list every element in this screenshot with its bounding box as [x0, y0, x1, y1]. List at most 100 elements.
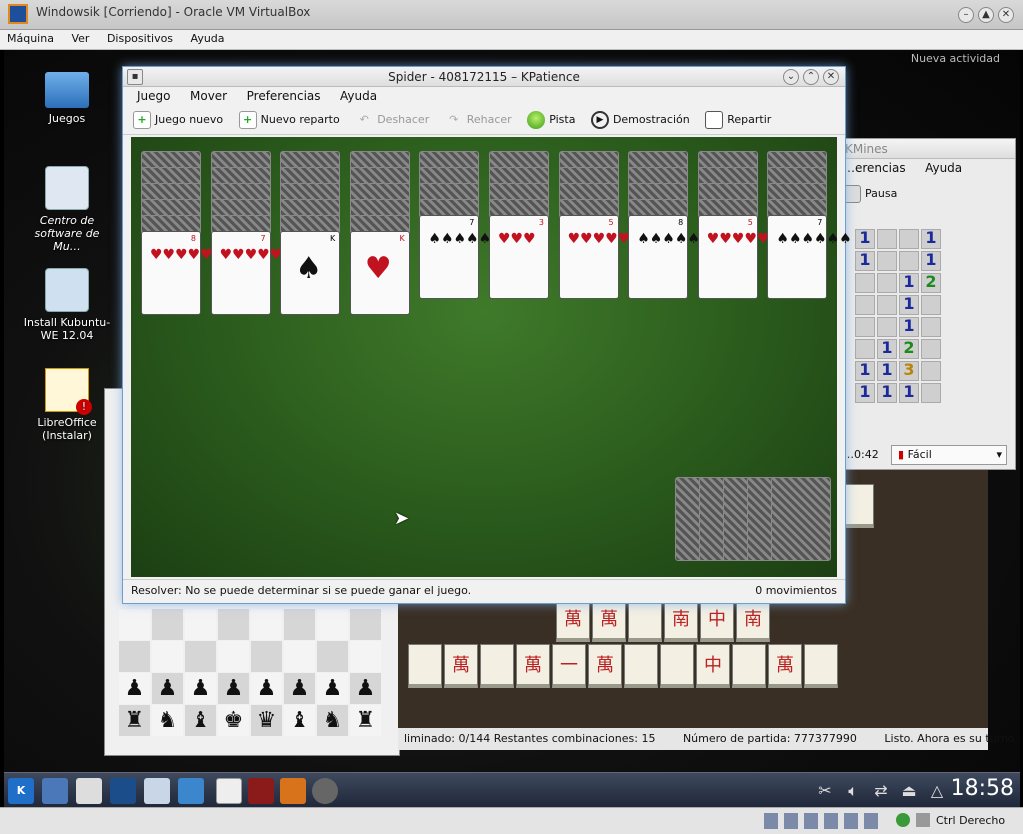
- card-face-up[interactable]: 7 ♠♠♠♠♠♠: [419, 215, 504, 299]
- task-mahjongg[interactable]: [248, 778, 274, 804]
- terminal-icon[interactable]: [110, 778, 136, 804]
- device-indicators-icon[interactable]: [764, 813, 884, 829]
- chess-piece[interactable]: ♝: [284, 705, 315, 736]
- card-face-up[interactable]: 8 ♠♠♠♠♠♠: [628, 215, 713, 299]
- mahjongg-tile[interactable]: 中: [700, 598, 734, 642]
- chess-square[interactable]: [317, 609, 348, 640]
- network-icon[interactable]: ⇄: [868, 778, 894, 804]
- mine-cell[interactable]: [921, 383, 941, 403]
- mahjongg-tile[interactable]: 萬: [444, 644, 478, 688]
- mine-cell[interactable]: [877, 229, 897, 249]
- mahjongg-tile[interactable]: 中: [696, 644, 730, 688]
- deal-button[interactable]: Repartir: [705, 107, 771, 133]
- chess-piece[interactable]: ♟: [251, 673, 282, 704]
- close-icon[interactable]: ✕: [998, 7, 1014, 23]
- task-chess[interactable]: [312, 778, 338, 804]
- chess-piece[interactable]: ♞: [317, 705, 348, 736]
- chess-square[interactable]: [152, 609, 183, 640]
- mahjongg-tile[interactable]: [804, 644, 838, 688]
- notifications-icon[interactable]: △: [924, 778, 950, 804]
- mahjongg-tile[interactable]: [624, 644, 658, 688]
- chess-piece[interactable]: ♝: [185, 705, 216, 736]
- card-face-up[interactable]: K ♥: [349, 231, 410, 315]
- menu-mover[interactable]: Mover: [182, 87, 235, 105]
- mine-cell[interactable]: [855, 273, 875, 293]
- chess-board[interactable]: ♟ ♟ ♟ ♟ ♟ ♟ ♟ ♟ ♜ ♞ ♝ ♚ ♛ ♝ ♞ ♜: [119, 609, 389, 736]
- mine-cell[interactable]: [877, 273, 897, 293]
- mahjongg-tile[interactable]: 萬: [768, 644, 802, 688]
- task-kpatience[interactable]: [216, 778, 242, 804]
- desktop-icon-software-center[interactable]: Centro de software de Mu…: [22, 166, 112, 253]
- chess-square[interactable]: [284, 609, 315, 640]
- pause-button[interactable]: Pausa: [843, 181, 897, 207]
- demo-button[interactable]: ▶ Demostración: [590, 107, 690, 133]
- undo-button[interactable]: ↶ Deshacer: [355, 107, 430, 133]
- mahjongg-tile[interactable]: [628, 598, 662, 642]
- chess-piece[interactable]: ♞: [152, 705, 183, 736]
- mahjongg-tile[interactable]: 萬: [588, 644, 622, 688]
- card-face-up[interactable]: 5 ♥♥♥♥♥: [697, 215, 770, 299]
- card-face-up[interactable]: 8 ♥♥♥♥♥♥: [141, 231, 225, 315]
- new-deal-button[interactable]: + Nuevo reparto: [238, 107, 340, 133]
- chess-square[interactable]: [218, 641, 249, 672]
- menu-ayuda[interactable]: Ayuda: [332, 87, 385, 105]
- task-kmines[interactable]: [280, 778, 306, 804]
- card-face-up[interactable]: 7 ♠♠♠♠♠♠: [767, 215, 852, 299]
- mahjongg-tile[interactable]: [732, 644, 766, 688]
- card-face-up[interactable]: K ♠: [280, 231, 341, 315]
- mine-cell[interactable]: [877, 251, 897, 271]
- mahjongg-tile[interactable]: 南: [664, 598, 698, 642]
- mahjongg-tile[interactable]: 萬: [592, 598, 626, 642]
- chess-square[interactable]: [251, 609, 282, 640]
- show-desktop-icon[interactable]: [42, 778, 68, 804]
- kde-menu-icon[interactable]: K: [8, 778, 34, 804]
- device-notifier-icon[interactable]: ⏏: [896, 778, 922, 804]
- mahjongg-tile[interactable]: 萬: [516, 644, 550, 688]
- chess-square[interactable]: [119, 641, 150, 672]
- chess-square[interactable]: [152, 641, 183, 672]
- mine-cell[interactable]: [855, 317, 875, 337]
- chess-square[interactable]: [317, 641, 348, 672]
- minimize-icon[interactable]: –: [958, 7, 974, 23]
- desktop-icon-libreoffice[interactable]: ! LibreOffice (Instalar): [22, 368, 112, 442]
- chess-square[interactable]: [119, 609, 150, 640]
- mine-cell[interactable]: [899, 251, 919, 271]
- mine-cell[interactable]: [921, 295, 941, 315]
- menu-ver[interactable]: Ver: [64, 30, 96, 47]
- card-face-up[interactable]: 3 ♥♥♥: [489, 215, 549, 299]
- chess-square[interactable]: [185, 641, 216, 672]
- app-menu-icon[interactable]: ▪: [127, 69, 143, 85]
- chess-square[interactable]: [218, 609, 249, 640]
- menu-juego[interactable]: Juego: [129, 87, 179, 105]
- mahjongg-tile[interactable]: [408, 644, 442, 688]
- mine-cell[interactable]: [921, 317, 941, 337]
- klipper-icon[interactable]: ✂: [812, 778, 838, 804]
- kmines-menu-preferencias[interactable]: …erencias: [835, 159, 914, 177]
- chess-piece[interactable]: ♛: [251, 705, 282, 736]
- card-table[interactable]: 8 ♥♥♥♥♥♥ 7 ♥♥♥♥♥♥ K ♠ K ♥ 7 ♠♠♠♠♠♠ 3 ♥♥♥ 5 ♥♥♥♥♥ 8 ♠♠♠♠…: [131, 137, 852, 577]
- mine-cell[interactable]: [877, 317, 897, 337]
- chess-piece[interactable]: ♟: [317, 673, 348, 704]
- kmines-menu-ayuda[interactable]: Ayuda: [917, 159, 970, 177]
- mine-cell[interactable]: [921, 339, 941, 359]
- chess-piece[interactable]: ♟: [284, 673, 315, 704]
- chess-square[interactable]: [350, 641, 381, 672]
- close-icon[interactable]: ✕: [823, 69, 839, 85]
- menu-dispositivos[interactable]: Dispositivos: [100, 30, 180, 47]
- chess-square[interactable]: [284, 641, 315, 672]
- chess-piece[interactable]: ♟: [218, 673, 249, 704]
- volume-icon[interactable]: 🔈︎: [840, 778, 866, 804]
- maximize-icon[interactable]: ▲: [978, 7, 994, 23]
- chess-piece[interactable]: ♟: [152, 673, 183, 704]
- mahjongg-tile[interactable]: 一: [552, 644, 586, 688]
- desktop-icon-install-kubuntu[interactable]: Install Kubuntu-WE 12.04: [22, 268, 112, 342]
- mahjongg-tile[interactable]: 南: [736, 598, 770, 642]
- mahjongg-tile[interactable]: [480, 644, 514, 688]
- maximize-icon[interactable]: ⌃: [803, 69, 819, 85]
- chess-piece[interactable]: ♜: [350, 705, 381, 736]
- mine-cell[interactable]: [855, 295, 875, 315]
- redo-button[interactable]: ↷ Rehacer: [445, 107, 512, 133]
- mahjongg-tile[interactable]: [660, 644, 694, 688]
- hint-button[interactable]: Pista: [527, 107, 575, 133]
- difficulty-select[interactable]: ▮ Fácil ▾: [891, 445, 1007, 465]
